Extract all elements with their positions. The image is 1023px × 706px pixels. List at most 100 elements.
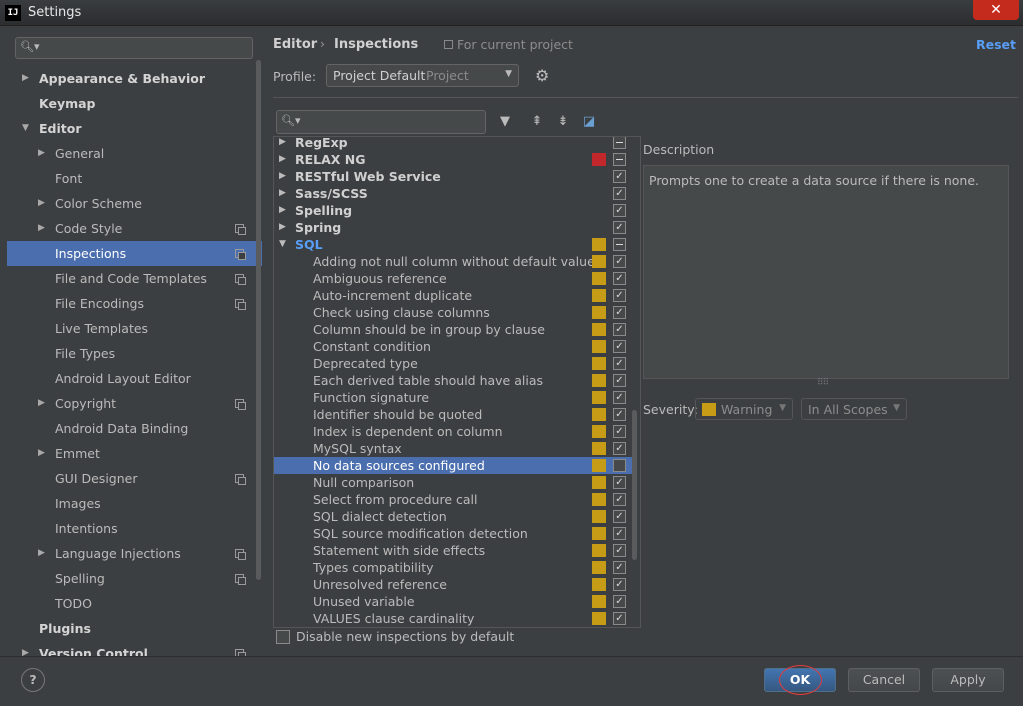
help-button[interactable]: ? bbox=[21, 668, 45, 692]
chevron-right-icon[interactable]: ▶ bbox=[279, 219, 286, 236]
reset-to-empty-icon[interactable]: ◪ bbox=[580, 113, 598, 131]
sidebar-item[interactable]: Plugins bbox=[7, 616, 262, 641]
sidebar-item[interactable]: ▶ Version Control bbox=[7, 641, 262, 656]
inspection-enabled-checkbox[interactable]: ✓ bbox=[613, 221, 626, 234]
sidebar-item[interactable]: Spelling bbox=[7, 566, 262, 591]
inspection-group-row[interactable]: ▶ RegExp bbox=[274, 137, 632, 151]
inspection-enabled-checkbox[interactable]: ✓ bbox=[613, 170, 626, 183]
inspection-row[interactable]: Constant condition ✓ bbox=[274, 338, 632, 355]
chevron-down-icon[interactable]: ▼ bbox=[22, 116, 29, 141]
inspection-enabled-checkbox[interactable]: ✓ bbox=[613, 357, 626, 370]
inspection-row[interactable]: Adding not null column without default v… bbox=[274, 253, 632, 270]
inspection-row[interactable]: Auto-increment duplicate ✓ bbox=[274, 287, 632, 304]
chevron-right-icon[interactable]: ▶ bbox=[38, 541, 45, 566]
inspection-group-row[interactable]: ▶ Spelling ✓ bbox=[274, 202, 632, 219]
sidebar-item[interactable]: File and Code Templates bbox=[7, 266, 262, 291]
sidebar-item[interactable]: ▶ Color Scheme bbox=[7, 191, 262, 216]
sidebar-item[interactable]: Keymap bbox=[7, 91, 262, 116]
severity-dropdown[interactable]: Warning ▼ bbox=[695, 398, 793, 420]
inspection-tree-scrollbar[interactable] bbox=[632, 410, 637, 560]
inspection-group-row[interactable]: ▶ RELAX NG bbox=[274, 151, 632, 168]
inspection-row[interactable]: Statement with side effects ✓ bbox=[274, 542, 632, 559]
sidebar-item[interactable]: TODO bbox=[7, 591, 262, 616]
inspection-row[interactable]: Unresolved reference ✓ bbox=[274, 576, 632, 593]
sidebar-item[interactable]: File Encodings bbox=[7, 291, 262, 316]
chevron-right-icon[interactable]: ▶ bbox=[279, 168, 286, 185]
collapse-all-icon[interactable]: ⇟ bbox=[554, 113, 572, 131]
sidebar-item[interactable]: Android Data Binding bbox=[7, 416, 262, 441]
inspection-enabled-checkbox[interactable] bbox=[613, 153, 626, 166]
inspection-enabled-checkbox[interactable]: ✓ bbox=[613, 340, 626, 353]
sidebar-item[interactable]: Intentions bbox=[7, 516, 262, 541]
sidebar-item[interactable]: Inspections bbox=[7, 241, 262, 266]
inspection-row[interactable]: VALUES clause cardinality ✓ bbox=[274, 610, 632, 627]
chevron-right-icon[interactable]: ▶ bbox=[279, 137, 286, 151]
sidebar-item[interactable]: Font bbox=[7, 166, 262, 191]
inspection-row[interactable]: Index is dependent on column ✓ bbox=[274, 423, 632, 440]
inspection-enabled-checkbox[interactable]: ✓ bbox=[613, 493, 626, 506]
profile-dropdown[interactable]: Project Default Project ▼ bbox=[326, 64, 519, 87]
inspection-enabled-checkbox[interactable]: ✓ bbox=[613, 272, 626, 285]
inspection-row[interactable]: SQL source modification detection ✓ bbox=[274, 525, 632, 542]
close-window-button[interactable]: ✕ bbox=[973, 0, 1019, 20]
sidebar-item[interactable]: ▶ Code Style bbox=[7, 216, 262, 241]
inspection-enabled-checkbox[interactable]: ✓ bbox=[613, 306, 626, 319]
inspection-enabled-checkbox[interactable]: ✓ bbox=[613, 442, 626, 455]
sidebar-item[interactable]: ▶ Language Injections bbox=[7, 541, 262, 566]
inspection-row[interactable]: Function signature ✓ bbox=[274, 389, 632, 406]
chevron-right-icon[interactable]: ▶ bbox=[22, 641, 29, 656]
sidebar-item[interactable]: Live Templates bbox=[7, 316, 262, 341]
cancel-button[interactable]: Cancel bbox=[848, 668, 920, 692]
sidebar-item[interactable]: ▼ Editor bbox=[7, 116, 262, 141]
inspection-enabled-checkbox[interactable]: ✓ bbox=[613, 204, 626, 217]
inspection-enabled-checkbox[interactable] bbox=[613, 238, 626, 251]
chevron-right-icon[interactable]: ▶ bbox=[38, 191, 45, 216]
inspection-row[interactable]: Identifier should be quoted ✓ bbox=[274, 406, 632, 423]
inspection-enabled-checkbox[interactable]: ✓ bbox=[613, 595, 626, 608]
inspection-enabled-checkbox[interactable]: ✓ bbox=[613, 510, 626, 523]
inspection-row[interactable]: No data sources configured bbox=[274, 457, 632, 474]
inspection-row[interactable]: Types compatibility ✓ bbox=[274, 559, 632, 576]
chevron-down-icon[interactable]: ▼ bbox=[279, 236, 286, 253]
inspection-row[interactable]: Each derived table should have alias ✓ bbox=[274, 372, 632, 389]
chevron-right-icon[interactable]: ▶ bbox=[279, 185, 286, 202]
inspection-enabled-checkbox[interactable]: ✓ bbox=[613, 187, 626, 200]
inspection-enabled-checkbox[interactable] bbox=[613, 137, 626, 149]
disable-new-inspections-label[interactable]: Disable new inspections by default bbox=[296, 629, 514, 644]
sidebar-item[interactable]: File Types bbox=[7, 341, 262, 366]
sidebar-item[interactable]: ▶ Appearance & Behavior bbox=[7, 66, 262, 91]
scope-dropdown[interactable]: In All Scopes ▼ bbox=[801, 398, 907, 420]
inspection-enabled-checkbox[interactable]: ✓ bbox=[613, 561, 626, 574]
inspection-enabled-checkbox[interactable]: ✓ bbox=[613, 578, 626, 591]
inspection-group-row[interactable]: ▶ Sass/SCSS ✓ bbox=[274, 185, 632, 202]
gear-icon[interactable]: ⚙ bbox=[535, 67, 553, 85]
inspection-group-row[interactable]: ▶ Spring ✓ bbox=[274, 219, 632, 236]
inspection-group-row[interactable]: ▼ SQL bbox=[274, 236, 632, 253]
inspection-enabled-checkbox[interactable]: ✓ bbox=[613, 289, 626, 302]
inspection-enabled-checkbox[interactable]: ✓ bbox=[613, 408, 626, 421]
inspection-enabled-checkbox[interactable]: ✓ bbox=[613, 374, 626, 387]
inspection-row[interactable]: SQL dialect detection ✓ bbox=[274, 508, 632, 525]
inspection-enabled-checkbox[interactable]: ✓ bbox=[613, 527, 626, 540]
inspection-enabled-checkbox[interactable]: ✓ bbox=[613, 391, 626, 404]
inspection-row[interactable]: MySQL syntax ✓ bbox=[274, 440, 632, 457]
inspection-enabled-checkbox[interactable] bbox=[613, 459, 626, 472]
inspection-enabled-checkbox[interactable]: ✓ bbox=[613, 476, 626, 489]
inspection-row[interactable]: Select from procedure call ✓ bbox=[274, 491, 632, 508]
chevron-right-icon[interactable]: ▶ bbox=[38, 441, 45, 466]
inspection-row[interactable]: Check using clause columns ✓ bbox=[274, 304, 632, 321]
apply-button[interactable]: Apply bbox=[932, 668, 1004, 692]
inspection-row[interactable]: Unused variable ✓ bbox=[274, 593, 632, 610]
sidebar-item[interactable]: Images bbox=[7, 491, 262, 516]
expand-all-icon[interactable]: ⇞ bbox=[528, 113, 546, 131]
disable-new-inspections-checkbox[interactable] bbox=[276, 630, 290, 644]
inspection-enabled-checkbox[interactable]: ✓ bbox=[613, 544, 626, 557]
sidebar-item[interactable]: ▶ Emmet bbox=[7, 441, 262, 466]
inspection-row[interactable]: Column should be in group by clause ✓ bbox=[274, 321, 632, 338]
filter-icon[interactable]: ▼ bbox=[496, 113, 514, 131]
inspection-row[interactable]: Null comparison ✓ bbox=[274, 474, 632, 491]
inspection-group-row[interactable]: ▶ RESTful Web Service ✓ bbox=[274, 168, 632, 185]
sidebar-item[interactable]: ▶ Copyright bbox=[7, 391, 262, 416]
chevron-right-icon[interactable]: ▶ bbox=[38, 141, 45, 166]
inspection-enabled-checkbox[interactable]: ✓ bbox=[613, 612, 626, 625]
